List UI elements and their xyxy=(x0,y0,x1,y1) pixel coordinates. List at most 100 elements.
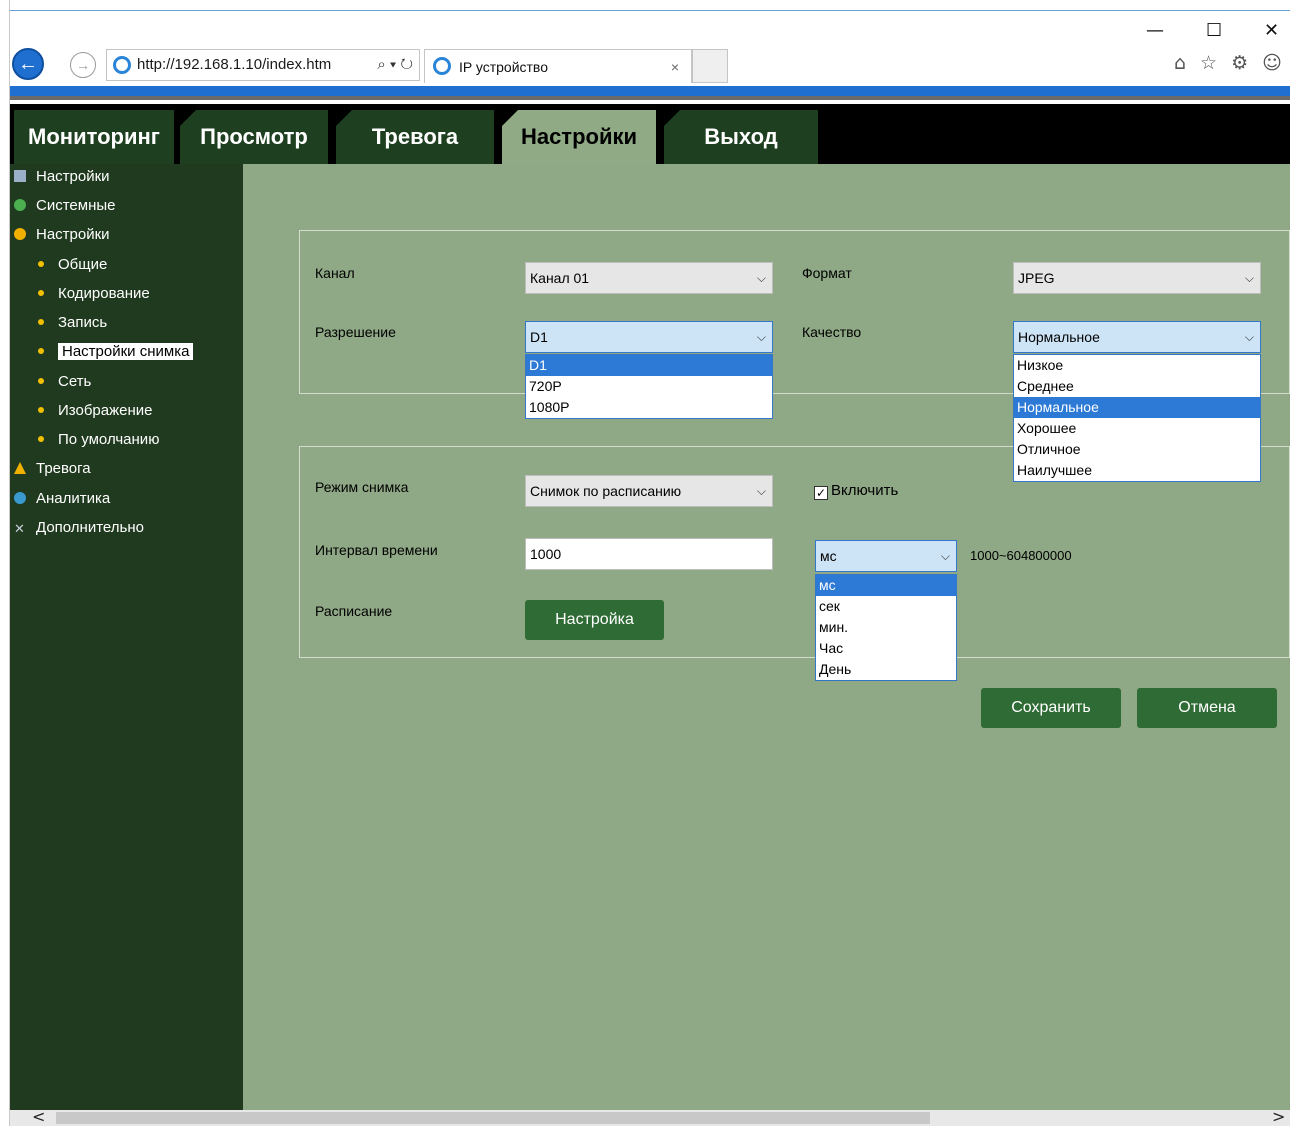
save-button[interactable]: Сохранить xyxy=(981,688,1121,728)
format-value: JPEG xyxy=(1018,270,1055,286)
format-label: Формат xyxy=(802,265,852,281)
browser-toolbar-icons[interactable]: ⌂ ☆ ⚙ ☺ xyxy=(1174,52,1286,74)
scroll-thumb[interactable] xyxy=(56,1112,930,1124)
snap-mode-label: Режим снимка xyxy=(315,479,409,495)
sidebar-item-analytics[interactable]: Аналитика xyxy=(14,486,110,512)
tab-exit[interactable]: Выход xyxy=(664,110,818,164)
quality-option[interactable]: Наилучшее xyxy=(1014,460,1260,481)
tab-settings[interactable]: Настройки xyxy=(502,110,656,164)
analytics-icon xyxy=(14,492,26,504)
tools-icon: ✕ xyxy=(14,521,25,536)
sidebar-item-label: Изображение xyxy=(58,402,153,419)
bullet-icon xyxy=(38,407,44,413)
bullet-icon xyxy=(38,378,44,384)
scroll-right-icon[interactable]: > xyxy=(1272,1107,1285,1126)
new-tab-button[interactable] xyxy=(692,49,728,83)
maximize-button[interactable]: ☐ xyxy=(1206,20,1222,41)
quality-value: Нормальное xyxy=(1018,329,1100,345)
sidebar-item-label: Запись xyxy=(58,314,108,331)
chevron-down-icon: ⌵ xyxy=(1244,271,1254,285)
unit-option[interactable]: мс xyxy=(816,575,956,596)
sidebar-item-label: Настройки xyxy=(36,168,110,185)
unit-select[interactable]: мс ⌵ xyxy=(815,540,957,572)
channel-value: Канал 01 xyxy=(530,270,590,286)
sidebar: Настройки Системные Настройки Общие Коди… xyxy=(10,164,243,1110)
bullet-icon xyxy=(38,319,44,325)
sidebar-item-general[interactable]: Общие xyxy=(38,252,107,278)
address-tools-icon[interactable]: ⌕ ▾ ↻ xyxy=(377,50,413,80)
unit-option[interactable]: Час xyxy=(816,638,956,659)
info-icon xyxy=(14,199,26,211)
resolution-option[interactable]: 1080P xyxy=(526,397,772,418)
resolution-option[interactable]: D1 xyxy=(526,355,772,376)
snap-mode-select[interactable]: Снимок по расписанию ⌵ xyxy=(525,475,773,507)
sidebar-item-label: Тревога xyxy=(36,460,91,477)
quality-option[interactable]: Среднее xyxy=(1014,376,1260,397)
sidebar-item-label: Настройки xyxy=(36,226,110,243)
unit-dropdown-list: мс сек мин. Час День xyxy=(815,574,957,681)
chevron-down-icon: ⌵ xyxy=(756,330,766,344)
unit-option[interactable]: сек xyxy=(816,596,956,617)
titlebar-line xyxy=(10,10,1290,11)
chevron-down-icon: ⌵ xyxy=(940,549,950,563)
sidebar-item-default[interactable]: По умолчанию xyxy=(38,427,159,453)
sidebar-item-settings[interactable]: Настройки xyxy=(14,222,110,248)
scroll-left-icon[interactable]: < xyxy=(32,1107,45,1126)
quality-select[interactable]: Нормальное ⌵ xyxy=(1013,321,1261,353)
schedule-label: Расписание xyxy=(315,603,393,619)
interval-label: Интервал времени xyxy=(315,542,438,558)
tab-close-icon[interactable]: × xyxy=(671,50,679,84)
quality-option[interactable]: Низкое xyxy=(1014,355,1260,376)
resolution-label: Разрешение xyxy=(315,324,396,340)
monitor-icon xyxy=(14,170,26,182)
sidebar-item-label: Сеть xyxy=(58,373,92,390)
cancel-button[interactable]: Отмена xyxy=(1137,688,1277,728)
close-window-button[interactable]: ✕ xyxy=(1264,20,1279,41)
sidebar-item-alarm[interactable]: Тревога xyxy=(14,456,91,482)
address-bar[interactable]: http://192.168.1.10/index.htm ⌕ ▾ ↻ xyxy=(106,49,420,81)
tab-playback[interactable]: Просмотр xyxy=(180,110,328,164)
schedule-setup-button[interactable]: Настройка xyxy=(525,600,664,640)
bullet-icon xyxy=(38,348,44,354)
sidebar-item-label: Системные xyxy=(36,197,116,214)
interval-input[interactable]: 1000 xyxy=(525,538,773,570)
quality-option[interactable]: Хорошее xyxy=(1014,418,1260,439)
enable-checkbox[interactable]: ✓ Включить xyxy=(814,482,898,500)
channel-select[interactable]: Канал 01 ⌵ xyxy=(525,262,773,294)
format-select[interactable]: JPEG ⌵ xyxy=(1013,262,1261,294)
sidebar-item-image[interactable]: Изображение xyxy=(38,398,153,424)
horizontal-scrollbar[interactable]: < > xyxy=(10,1107,1290,1126)
sidebar-item-system[interactable]: Системные xyxy=(14,193,115,219)
sidebar-item-advanced[interactable]: ✕ Дополнительно xyxy=(14,515,144,541)
unit-option[interactable]: День xyxy=(816,659,956,680)
back-arrow-icon[interactable]: ← xyxy=(12,48,44,80)
sidebar-item-label: Настройки снимка xyxy=(58,343,194,360)
url-text: http://192.168.1.10/index.htm xyxy=(137,56,332,73)
sidebar-item-settings-top[interactable]: Настройки xyxy=(14,164,110,190)
sidebar-item-record[interactable]: Запись xyxy=(38,310,107,336)
browser-tab[interactable]: IP устройство × xyxy=(424,49,692,83)
quality-option[interactable]: Нормальное xyxy=(1014,397,1260,418)
sidebar-item-label: Кодирование xyxy=(58,285,150,302)
sidebar-item-label: По умолчанию xyxy=(58,431,160,448)
bullet-icon xyxy=(38,261,44,267)
tab-monitoring[interactable]: Мониторинг xyxy=(14,110,174,164)
chevron-down-icon: ⌵ xyxy=(1244,330,1254,344)
sidebar-item-label: Общие xyxy=(58,256,108,273)
tab-title: IP устройство xyxy=(459,59,548,75)
forward-arrow-icon[interactable]: → xyxy=(70,52,96,78)
sidebar-item-snapshot-settings[interactable]: Настройки снимка xyxy=(38,339,194,365)
window-border xyxy=(0,0,10,1126)
resolution-option[interactable]: 720P xyxy=(526,376,772,397)
sidebar-item-network[interactable]: Сеть xyxy=(38,369,91,395)
snap-mode-value: Снимок по расписанию xyxy=(530,483,682,499)
resolution-select[interactable]: D1 ⌵ xyxy=(525,321,773,353)
resolution-value: D1 xyxy=(530,329,548,345)
unit-option[interactable]: мин. xyxy=(816,617,956,638)
ie-icon xyxy=(433,57,451,75)
minimize-button[interactable]: — xyxy=(1146,20,1164,41)
quality-label: Качество xyxy=(802,324,862,340)
quality-option[interactable]: Отличное xyxy=(1014,439,1260,460)
tab-alarm[interactable]: Тревога xyxy=(336,110,494,164)
sidebar-item-encoding[interactable]: Кодирование xyxy=(38,281,150,307)
